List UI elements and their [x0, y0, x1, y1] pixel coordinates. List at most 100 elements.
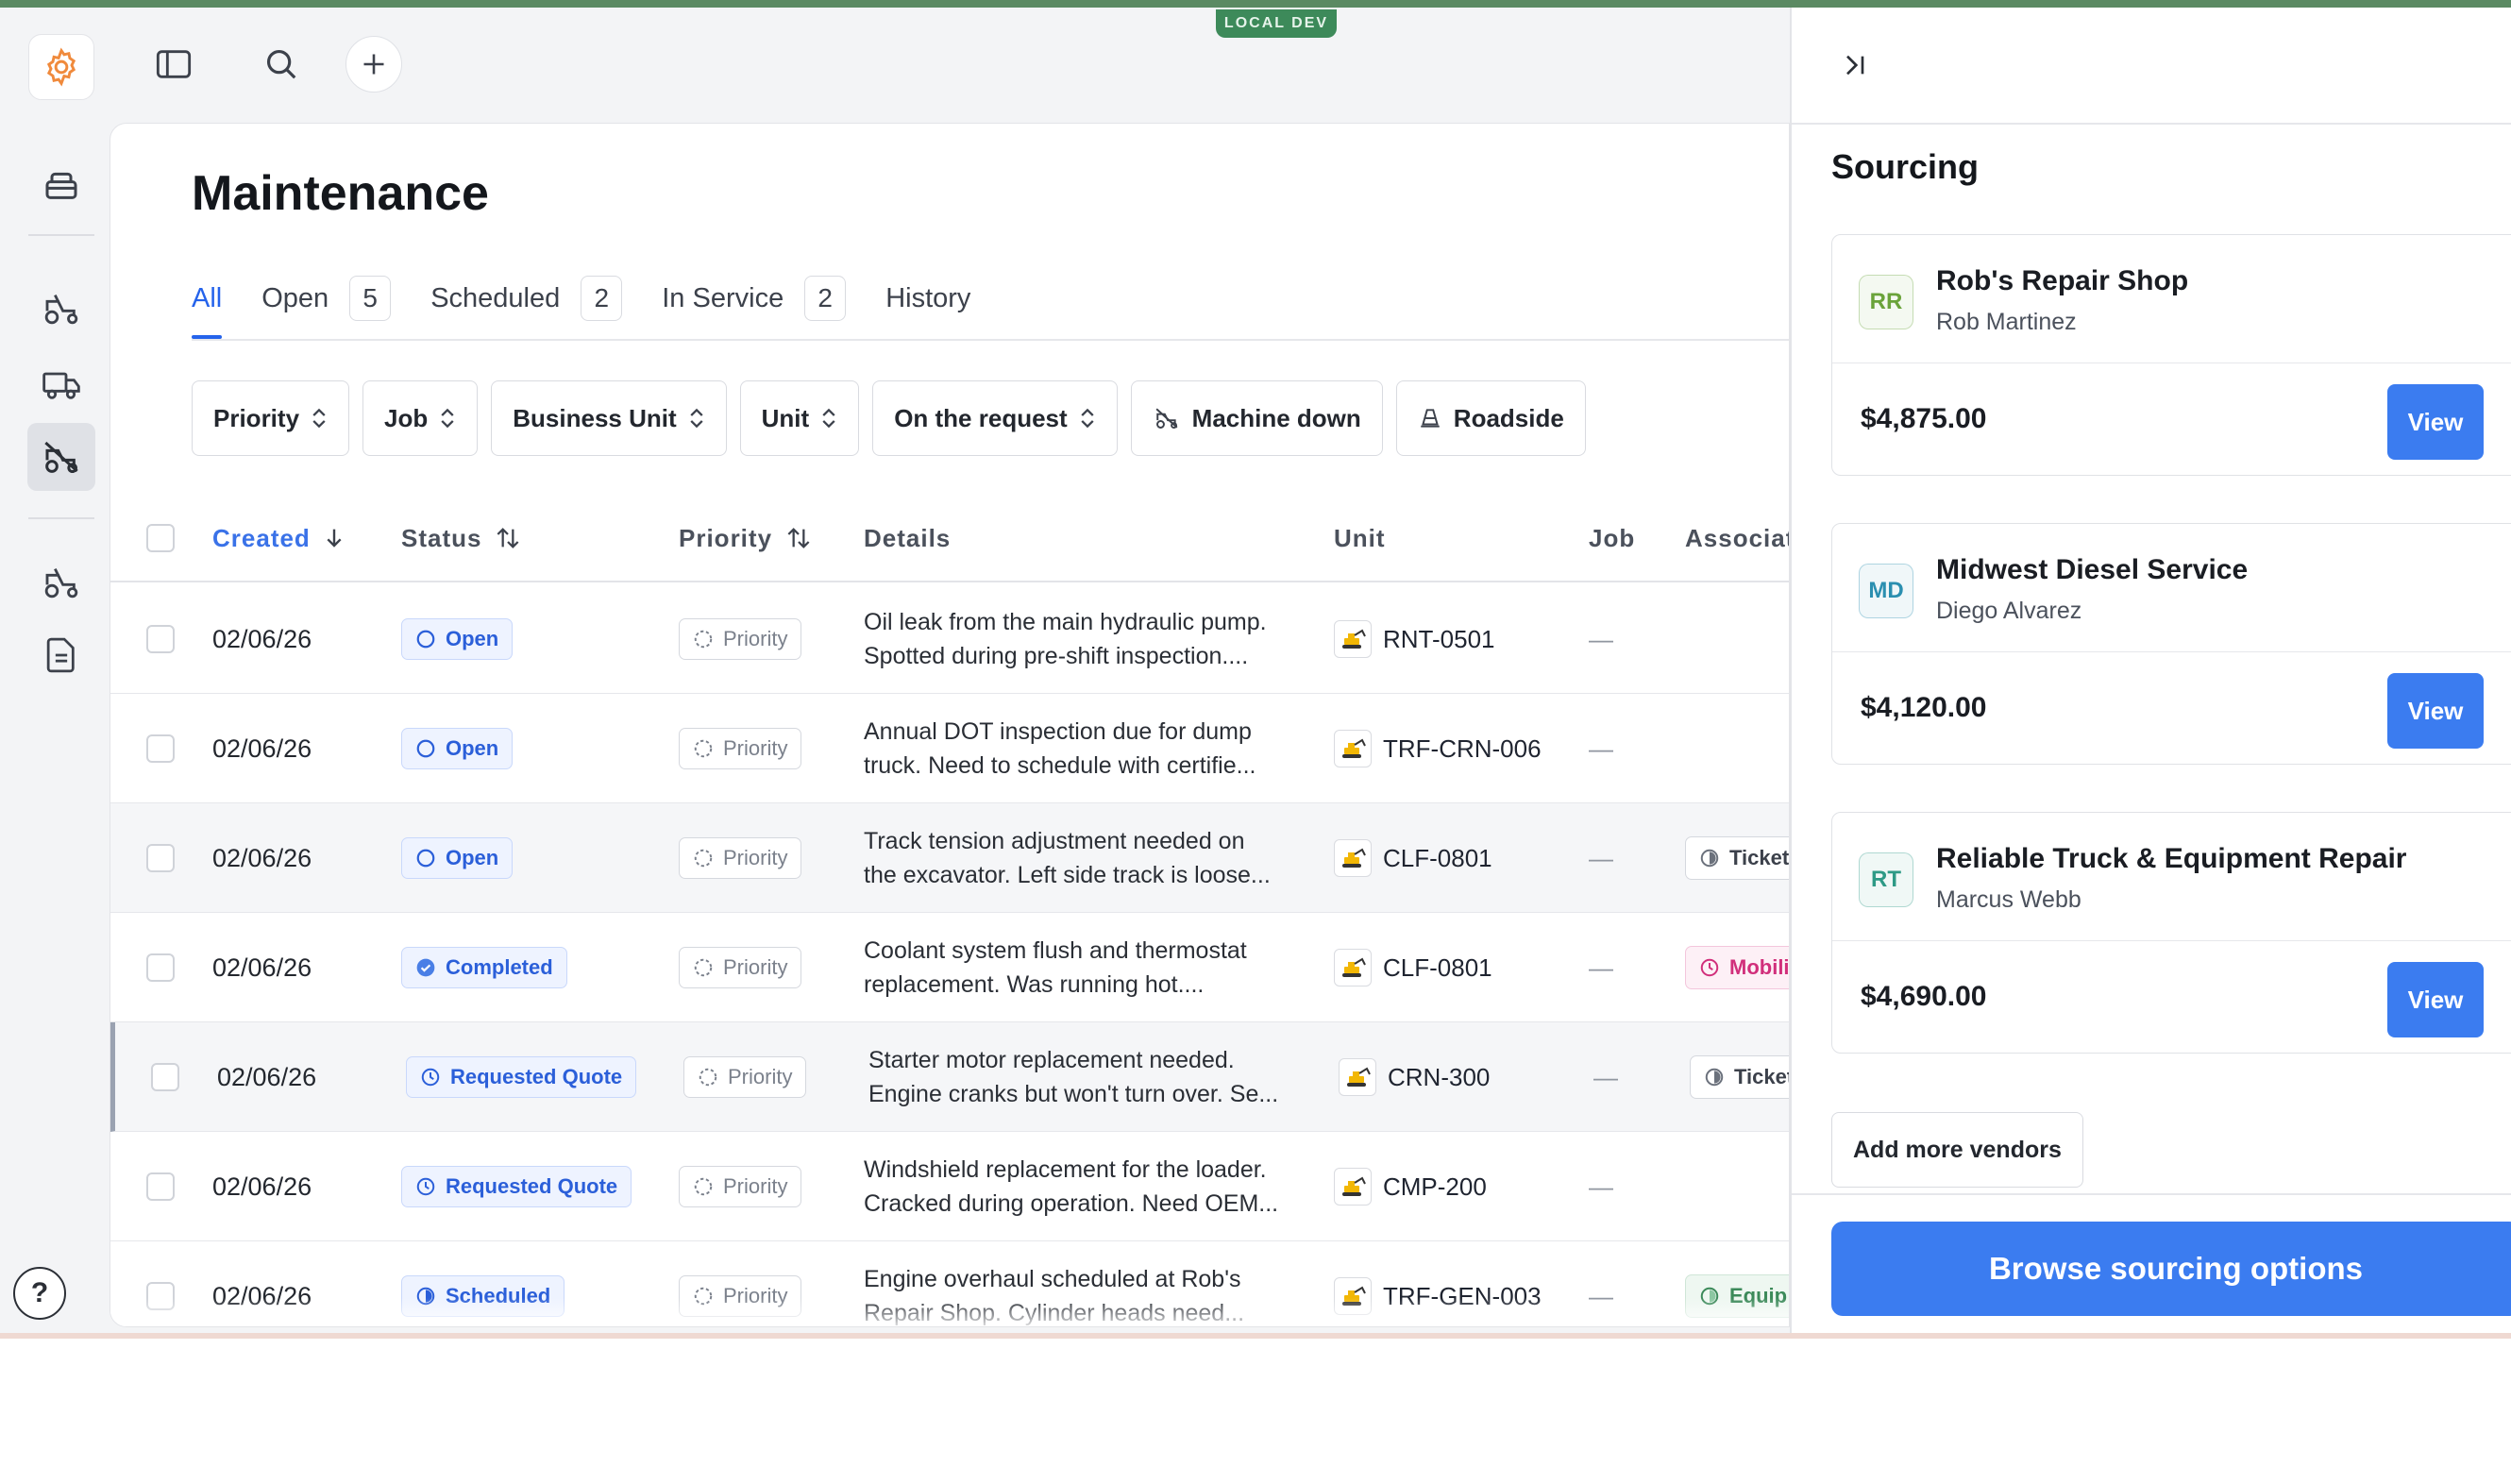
- view-quote-button[interactable]: View: [2387, 962, 2484, 1037]
- row-checkbox[interactable]: [146, 734, 175, 763]
- job-cell: —: [1589, 624, 1613, 653]
- unit-cell: CMP-200: [1334, 1132, 1487, 1241]
- sidebar-toggle-icon: [156, 50, 192, 78]
- nav-inventory[interactable]: [27, 151, 95, 219]
- window-edge: [0, 1333, 2511, 1339]
- view-quote-button[interactable]: View: [2387, 384, 2484, 460]
- app-logo[interactable]: [28, 34, 94, 100]
- excavator-icon: [1342, 629, 1366, 649]
- column-associated[interactable]: Associat: [1685, 494, 1789, 582]
- status-badge[interactable]: Open: [401, 837, 514, 879]
- collapse-panel-button[interactable]: [1831, 42, 1879, 89]
- table-row[interactable]: 02/06/26 Requested Quote Priority Starter m…: [110, 1022, 1790, 1132]
- unit-id[interactable]: CLF-0801: [1383, 844, 1492, 873]
- column-status[interactable]: Status: [401, 494, 521, 582]
- priority-label: Priority: [723, 955, 788, 979]
- unit-id[interactable]: CLF-0801: [1383, 953, 1492, 983]
- filter-label: Business Unit: [513, 403, 677, 432]
- chevron-updown-icon: [822, 408, 835, 429]
- status-badge[interactable]: Open: [401, 618, 514, 660]
- priority-badge[interactable]: Priority: [679, 1166, 802, 1207]
- status-badge[interactable]: Requested Quote: [406, 1056, 637, 1098]
- associated-badge[interactable]: Ticket: [1690, 1055, 1790, 1099]
- nav-maintenance[interactable]: [27, 423, 95, 491]
- status-badge[interactable]: Requested Quote: [401, 1166, 632, 1207]
- unit-id[interactable]: CMP-200: [1383, 1172, 1487, 1202]
- priority-cell: Priority: [679, 913, 802, 1022]
- filter-bar: Priority Job Business Unit Unit On the r…: [192, 380, 1586, 456]
- created-date: 02/06/26: [217, 1062, 317, 1091]
- tab-open[interactable]: Open 5: [261, 265, 392, 331]
- tab-in-service[interactable]: In Service 2: [662, 265, 847, 331]
- filter-on-the-request[interactable]: On the request: [872, 380, 1118, 456]
- details-line: Oil leak from the main hydraulic pump.: [864, 609, 1267, 635]
- nav-fleet[interactable]: [27, 548, 95, 616]
- view-quote-button[interactable]: View: [2387, 673, 2484, 749]
- details-line: Track tension adjustment needed on: [864, 828, 1245, 854]
- unit-cell: CLF-0801: [1334, 803, 1492, 913]
- dashed-circle-icon: [699, 1068, 717, 1087]
- priority-label: Priority: [723, 627, 788, 650]
- priority-badge[interactable]: Priority: [683, 1056, 807, 1098]
- nav-documents[interactable]: [27, 621, 95, 689]
- status-badge[interactable]: Completed: [401, 947, 567, 988]
- ticket-status-icon: [1700, 849, 1719, 868]
- table-row[interactable]: 02/06/26 Open Priority Oil leak from the ma…: [110, 584, 1789, 694]
- tab-label: In Service: [662, 282, 784, 313]
- rail-divider: [28, 517, 94, 519]
- browse-sourcing-options-button[interactable]: Browse sourcing options: [1831, 1222, 2511, 1316]
- filter-business-unit[interactable]: Business Unit: [491, 380, 727, 456]
- table-row[interactable]: 02/06/26 Completed Priority Coolant system …: [110, 913, 1789, 1022]
- table-row[interactable]: 02/06/26 Open Priority Track tension adjust…: [110, 803, 1789, 913]
- status-badge[interactable]: Open: [401, 728, 514, 769]
- column-details[interactable]: Details: [864, 494, 951, 582]
- dashed-circle-icon: [694, 739, 713, 758]
- column-unit[interactable]: Unit: [1334, 494, 1386, 582]
- column-created[interactable]: Created: [212, 494, 345, 582]
- search-button[interactable]: [253, 36, 310, 93]
- add-more-vendors-button[interactable]: Add more vendors: [1831, 1112, 2083, 1188]
- filter-roadside[interactable]: Roadside: [1395, 380, 1586, 456]
- unit-thumbnail: [1339, 1058, 1376, 1096]
- tab-all[interactable]: All: [192, 265, 223, 339]
- tab-history[interactable]: History: [885, 265, 970, 331]
- row-checkbox[interactable]: [151, 1063, 179, 1091]
- priority-badge[interactable]: Priority: [679, 837, 802, 879]
- column-job[interactable]: Job: [1589, 494, 1635, 582]
- sidebar-toggle-button[interactable]: [145, 36, 202, 93]
- priority-badge[interactable]: Priority: [679, 618, 802, 660]
- filter-unit[interactable]: Unit: [739, 380, 860, 456]
- unit-id[interactable]: RNT-0501: [1383, 625, 1495, 654]
- priority-label: Priority: [723, 1174, 788, 1198]
- dashed-circle-icon: [694, 958, 713, 977]
- tab-label: Open: [261, 282, 329, 313]
- filter-job[interactable]: Job: [362, 380, 479, 456]
- table-row[interactable]: 02/06/26 Open Priority Annual DOT inspectio…: [110, 694, 1789, 803]
- panel-divider: [1792, 123, 2511, 125]
- nav-equipment[interactable]: [27, 274, 95, 342]
- add-button[interactable]: [345, 36, 402, 93]
- row-checkbox[interactable]: [146, 844, 175, 872]
- machine-down-icon: [44, 441, 78, 474]
- vendor-name: Reliable Truck & Equipment Repair: [1936, 843, 2407, 874]
- filter-machine-down[interactable]: Machine down: [1130, 380, 1383, 456]
- row-checkbox[interactable]: [146, 625, 175, 653]
- unit-id[interactable]: CRN-300: [1388, 1063, 1490, 1092]
- search-icon: [266, 49, 296, 79]
- row-checkbox[interactable]: [146, 953, 175, 982]
- filter-priority[interactable]: Priority: [192, 380, 350, 456]
- column-priority[interactable]: Priority: [679, 494, 812, 582]
- associated-badge[interactable]: Ticket: [1685, 836, 1789, 880]
- column-label: Priority: [679, 523, 773, 552]
- priority-badge[interactable]: Priority: [679, 728, 802, 769]
- table-row[interactable]: 02/06/26 Requested Quote Priority Windshiel…: [110, 1132, 1789, 1241]
- priority-badge[interactable]: Priority: [679, 947, 802, 988]
- associated-badge[interactable]: Mobili: [1685, 946, 1789, 989]
- tab-scheduled[interactable]: Scheduled 2: [430, 265, 623, 331]
- unit-id[interactable]: TRF-CRN-006: [1383, 734, 1542, 764]
- row-checkbox[interactable]: [146, 1172, 175, 1201]
- help-button[interactable]: ?: [13, 1267, 66, 1320]
- nav-trucks[interactable]: [27, 349, 95, 417]
- select-all-checkbox[interactable]: [146, 524, 175, 552]
- associated-label: Ticket: [1734, 1065, 1790, 1088]
